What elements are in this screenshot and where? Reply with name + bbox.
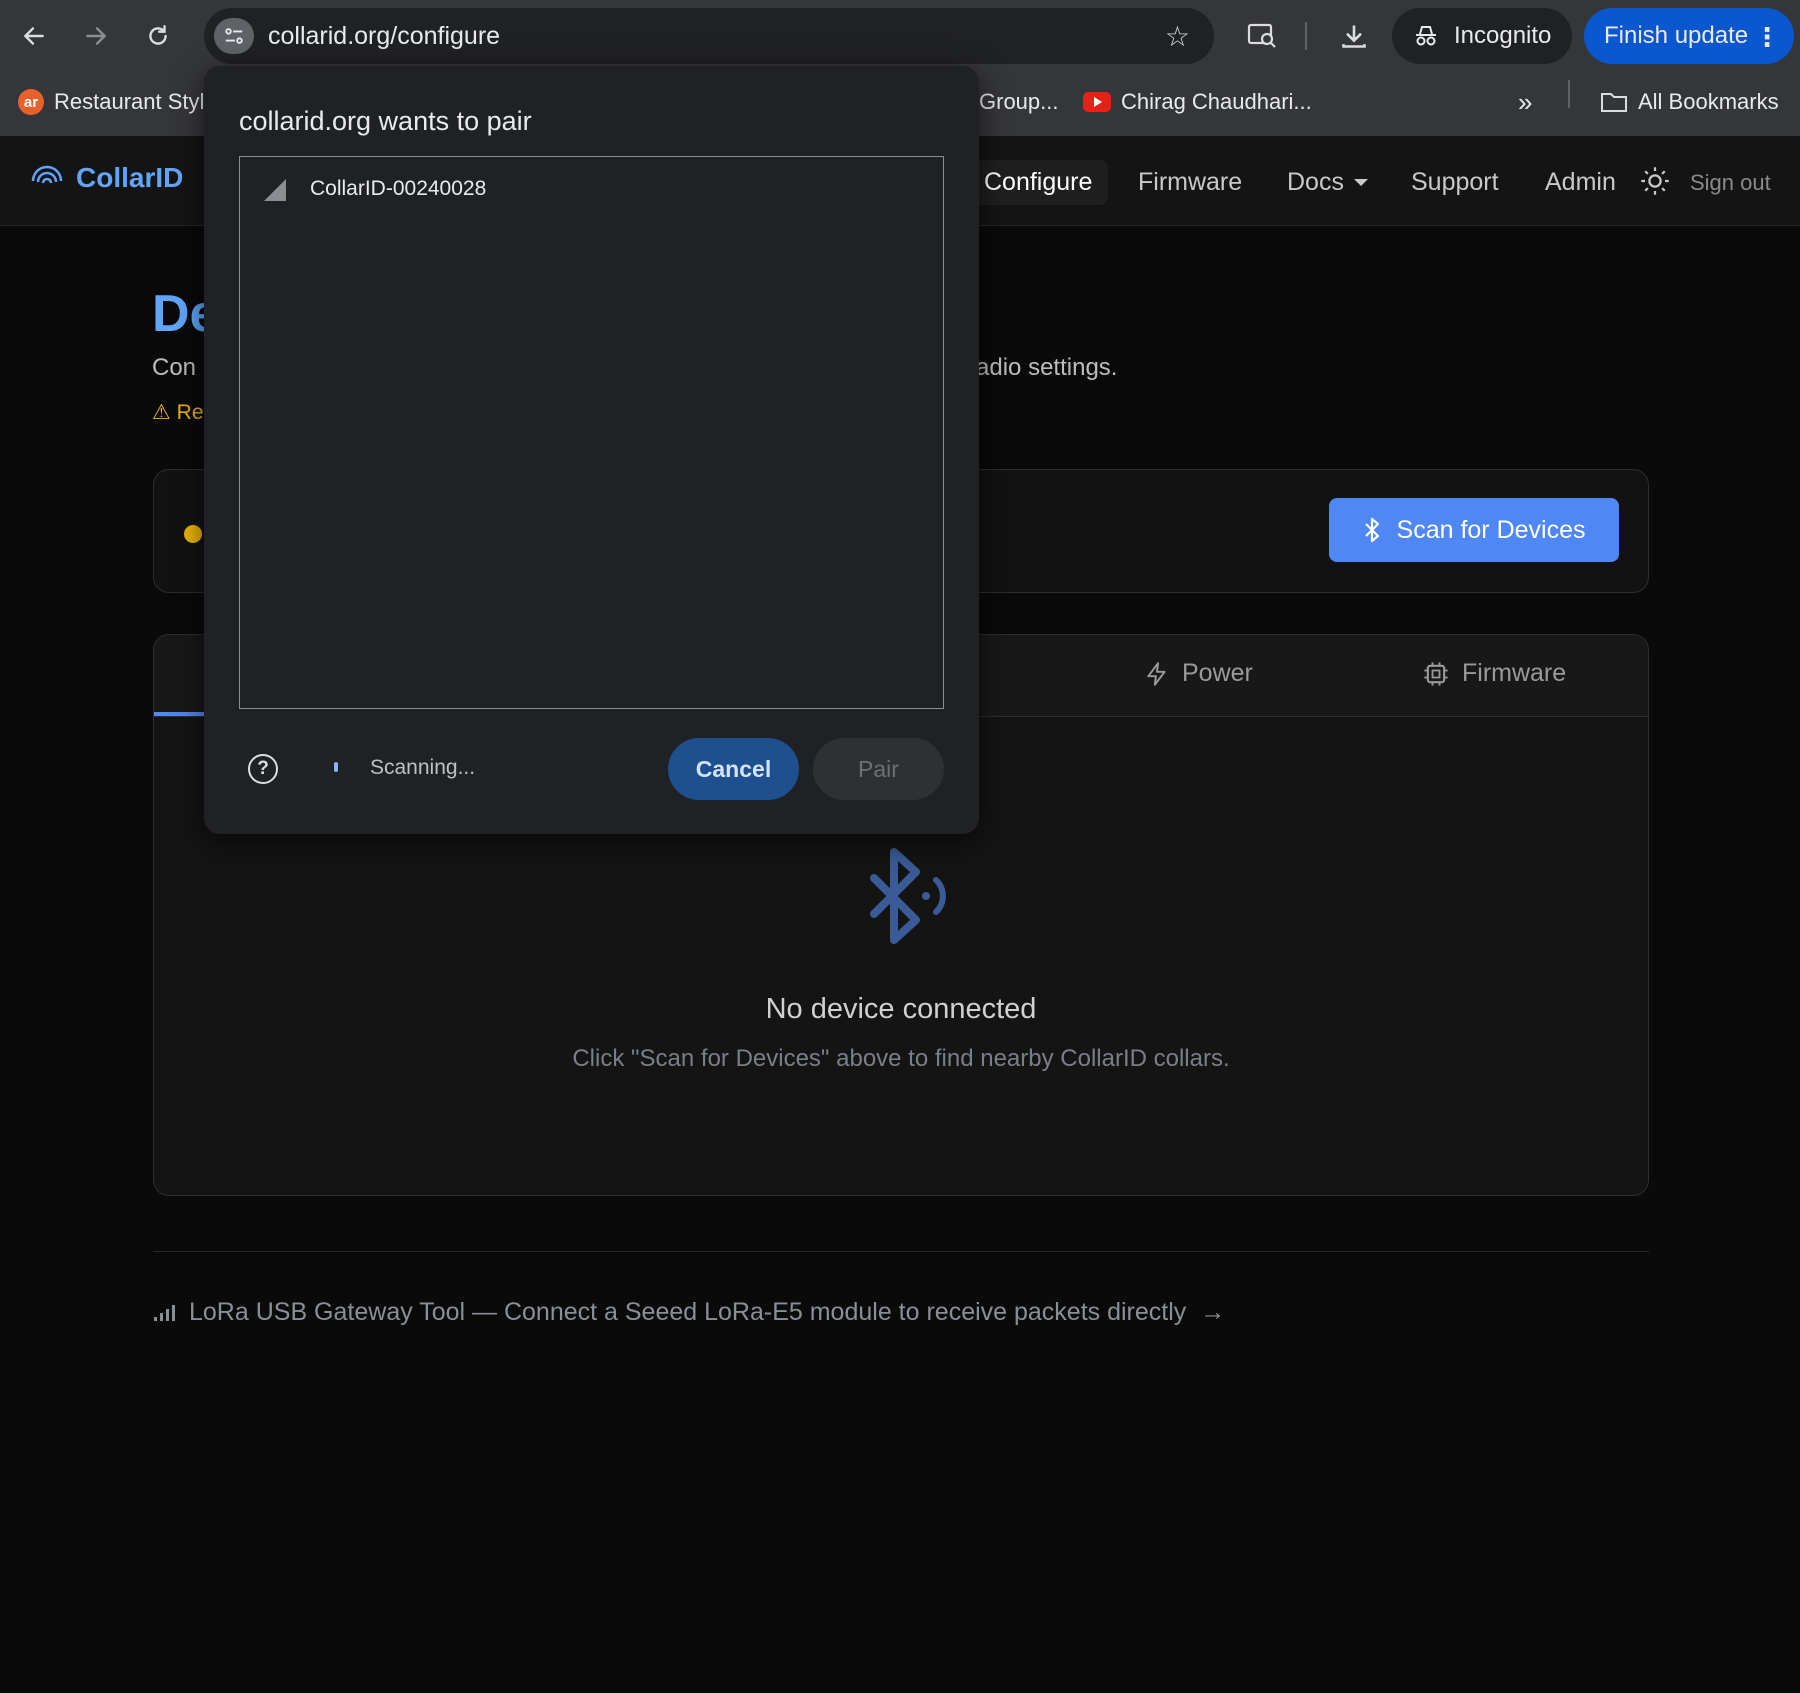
ar-logo-icon: ar — [18, 89, 44, 115]
bookmark-chirag[interactable]: Chirag Chaudhari... — [1083, 84, 1312, 120]
scan-for-devices-button[interactable]: Scan for Devices — [1329, 498, 1619, 562]
finish-update-button[interactable]: Finish update ⋮ — [1584, 8, 1794, 64]
subtitle-end: adio settings. — [976, 354, 1118, 381]
reload-button[interactable] — [138, 16, 178, 56]
site-info-icon[interactable] — [214, 18, 254, 54]
incognito-icon — [1416, 26, 1436, 46]
page-search-icon[interactable] — [1244, 18, 1280, 54]
scanning-spinner-icon — [334, 762, 338, 772]
bluetooth-searching-icon — [864, 842, 954, 957]
theme-toggle-sun-icon[interactable] — [1640, 166, 1670, 201]
brand-name: CollarID — [76, 162, 184, 193]
gateway-link-label: LoRa USB Gateway Tool — Connect a Seeed … — [189, 1298, 1187, 1326]
arrow-right-icon — [86, 27, 107, 45]
back-button[interactable] — [14, 16, 54, 56]
bookmark-group[interactable]: Group... — [979, 84, 1058, 120]
nav-configure[interactable]: Configure — [968, 160, 1109, 205]
status-dot — [184, 525, 202, 543]
bookmark-star-icon[interactable]: ☆ — [1165, 20, 1190, 53]
nav-admin[interactable]: Admin — [1529, 160, 1632, 205]
lightning-icon — [1147, 661, 1166, 686]
bookmark-label: Chirag Chaudhari... — [1121, 89, 1312, 114]
download-icon[interactable] — [1336, 18, 1372, 54]
address-bar[interactable]: collarid.org/configure ☆ — [204, 8, 1214, 64]
cancel-button[interactable]: Cancel — [668, 738, 799, 800]
dialog-title: collarid.org wants to pair — [239, 106, 532, 136]
nav-firmware[interactable]: Firmware — [1122, 160, 1258, 205]
menu-dots-icon[interactable]: ⋮ — [1754, 22, 1780, 53]
scanning-status: Scanning... — [370, 756, 476, 779]
bluetooth-icon — [1364, 517, 1379, 543]
chip-icon — [1424, 661, 1448, 686]
browser-toolbar: collarid.org/configure ☆ Incognito Finis… — [0, 0, 1800, 72]
tab-firmware-label: Firmware — [1462, 659, 1567, 687]
pair-button[interactable]: Pair — [813, 738, 944, 800]
url-text[interactable]: collarid.org/configure — [268, 22, 500, 51]
subtitle-start: Con — [152, 354, 197, 381]
finish-update-label: Finish update — [1604, 22, 1749, 49]
bookmark-restaurant[interactable]: ar Restaurant Styl — [18, 84, 204, 120]
signal-bars-icon — [154, 1304, 175, 1321]
incognito-indicator[interactable]: Incognito — [1392, 8, 1572, 64]
arrow-left-icon — [23, 27, 44, 45]
arrow-right-icon: → — [1200, 1298, 1226, 1326]
reload-icon — [149, 25, 167, 45]
chevron-down-icon — [1353, 179, 1368, 186]
empty-state-title: No device connected — [765, 993, 1037, 1025]
brand-logo[interactable]: CollarID — [30, 162, 183, 194]
nav-docs[interactable]: Docs — [1271, 160, 1384, 205]
more-bookmarks-icon[interactable]: » — [1518, 84, 1532, 120]
folder-icon — [1601, 93, 1627, 112]
all-bookmarks-label: All Bookmarks — [1638, 89, 1779, 114]
bookmark-label: Group... — [979, 89, 1059, 114]
bookmarks-separator — [1568, 80, 1570, 108]
tab-firmware[interactable]: Firmware — [1422, 659, 1566, 688]
toolbar-separator — [1305, 22, 1307, 50]
youtube-icon — [1083, 92, 1111, 112]
forward-button[interactable] — [76, 16, 116, 56]
nav-docs-label: Docs — [1287, 168, 1344, 196]
scan-button-label: Scan for Devices — [1396, 515, 1586, 544]
device-name: CollarID-00240028 — [310, 177, 487, 200]
warning-icon: ⚠ — [152, 401, 171, 424]
signal-waves-icon — [31, 165, 63, 184]
incognito-label: Incognito — [1454, 22, 1552, 49]
sign-out-link[interactable]: Sign out — [1690, 170, 1771, 196]
bookmark-label: Restaurant Styl — [54, 89, 205, 114]
bluetooth-pair-dialog: collarid.org wants to pair CollarID-0024… — [204, 66, 979, 834]
all-bookmarks[interactable]: All Bookmarks — [1600, 84, 1779, 120]
tab-power[interactable]: Power — [1144, 659, 1253, 688]
help-icon[interactable]: ? — [248, 754, 278, 784]
warning-text: Re — [176, 401, 204, 424]
requirement-warning: ⚠ Re — [152, 400, 204, 425]
device-list[interactable]: CollarID-00240028 — [239, 156, 944, 709]
signal-strength-icon — [264, 179, 286, 201]
device-list-item[interactable]: CollarID-00240028 — [240, 173, 943, 209]
nav-support[interactable]: Support — [1395, 160, 1515, 205]
section-divider — [153, 1251, 1649, 1252]
tab-power-label: Power — [1182, 659, 1253, 687]
lora-gateway-link[interactable]: LoRa USB Gateway Tool — Connect a Seeed … — [153, 1298, 1225, 1327]
empty-state-subtitle: Click "Scan for Devices" above to find n… — [572, 1045, 1230, 1072]
